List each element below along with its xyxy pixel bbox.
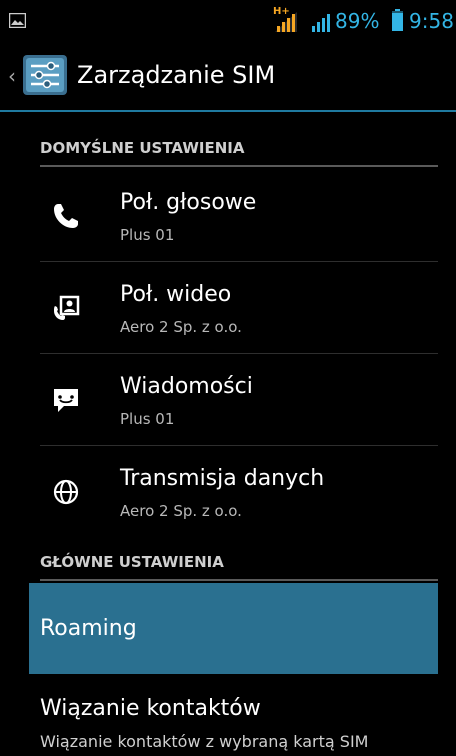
item-subtitle: Wiązanie kontaktów z wybraną kartą SIM — [40, 732, 369, 751]
section-header-label: DOMYŚLNE USTAWIENIA — [40, 139, 245, 157]
back-chevron-icon[interactable]: ‹ — [8, 64, 16, 88]
item-title: Wiązanie kontaktów — [40, 696, 261, 721]
section-header-label: GŁÓWNE USTAWIENIA — [40, 553, 224, 571]
section-divider — [40, 579, 438, 581]
clock: 9:58 — [409, 9, 454, 33]
item-subtitle: Aero 2 Sp. z o.o. — [120, 502, 242, 520]
action-bar: ‹ Zarządzanie SIM — [0, 38, 456, 112]
item-title: Roaming — [40, 616, 137, 641]
video-call-icon — [54, 295, 80, 320]
list-item-voice-calls[interactable]: Poł. głosowe Plus 01 — [40, 170, 438, 262]
item-title: Poł. głosowe — [120, 190, 257, 215]
phone-icon — [54, 204, 78, 228]
battery-icon — [392, 9, 403, 31]
section-divider — [40, 165, 438, 167]
sim-settings-icon[interactable] — [21, 51, 69, 99]
item-subtitle: Plus 01 — [120, 410, 175, 428]
status-bar: H+ 89% 9:58 — [0, 0, 456, 38]
gallery-icon — [9, 13, 26, 28]
battery-percent: 89% — [335, 9, 380, 33]
list-item-messages[interactable]: Wiadomości Plus 01 — [40, 354, 438, 446]
list-item-contact-binding[interactable]: Wiązanie kontaktów Wiązanie kontaktów z … — [40, 692, 450, 756]
list-item-mobile-data[interactable]: Transmisja danych Aero 2 Sp. z o.o. — [40, 446, 438, 538]
item-title: Poł. wideo — [120, 282, 232, 307]
section-header-main: GŁÓWNE USTAWIENIA — [40, 553, 438, 581]
list-item-roaming[interactable]: Roaming — [29, 583, 438, 674]
action-bar-divider — [0, 110, 456, 112]
item-title: Wiadomości — [120, 374, 253, 399]
list-item-video-calls[interactable]: Poł. wideo Aero 2 Sp. z o.o. — [40, 262, 438, 354]
item-subtitle: Plus 01 — [120, 226, 175, 244]
screen: H+ 89% 9:58 ‹ Zarządzanie SIM DOMYŚLNE U… — [0, 0, 456, 756]
globe-icon — [53, 479, 79, 505]
item-title: Transmisja danych — [120, 466, 325, 491]
message-icon — [54, 389, 78, 412]
section-header-default: DOMYŚLNE USTAWIENIA — [40, 139, 438, 167]
signal-icon — [312, 14, 330, 32]
item-subtitle: Aero 2 Sp. z o.o. — [120, 318, 242, 336]
page-title: Zarządzanie SIM — [77, 61, 276, 89]
signal-icon — [275, 12, 297, 32]
